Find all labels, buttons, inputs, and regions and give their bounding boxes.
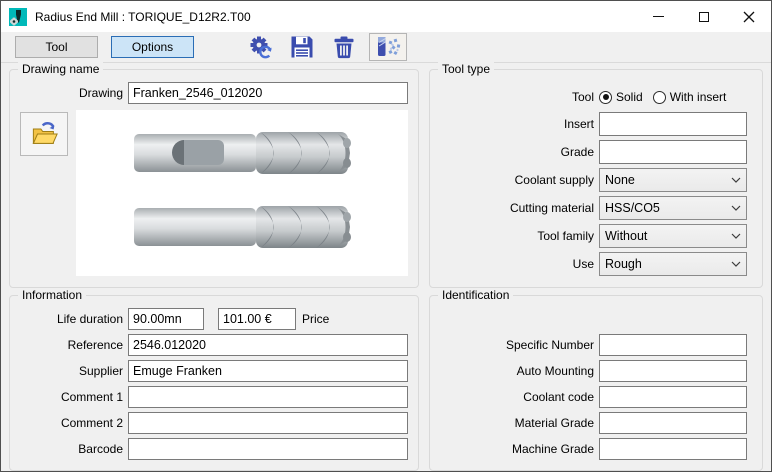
tool-editor-window: Radius End Mill : TORIQUE_D12R2.T00 Tool…: [0, 0, 772, 472]
delete-button[interactable]: [327, 33, 361, 61]
radio-with-insert[interactable]: [653, 91, 666, 104]
coolant-code-label: Coolant code: [440, 390, 594, 404]
use-label: Use: [440, 257, 594, 271]
maximize-button[interactable]: [681, 1, 726, 32]
life-duration-input[interactable]: [128, 308, 204, 330]
price-input[interactable]: [218, 308, 296, 330]
reference-input[interactable]: [128, 334, 408, 356]
close-button[interactable]: [726, 1, 771, 32]
comment2-label: Comment 2: [20, 416, 123, 430]
content-area: Drawing name Drawing: [1, 64, 771, 471]
machine-grade-input[interactable]: [599, 438, 747, 460]
tool-radio-group-label: Tool: [440, 90, 594, 104]
chevron-down-icon: [731, 205, 741, 211]
comment1-input[interactable]: [128, 386, 408, 408]
radio-solid-label: Solid: [616, 90, 643, 104]
app-icon: [9, 8, 27, 26]
coolant-code-input[interactable]: [599, 386, 747, 408]
radio-solid[interactable]: [599, 91, 612, 104]
save-icon: [289, 34, 315, 60]
settings-refresh-button[interactable]: [243, 33, 277, 61]
grade-input[interactable]: [599, 140, 747, 164]
tool-family-dropdown[interactable]: Without: [599, 224, 747, 248]
browse-drawing-button[interactable]: [20, 112, 68, 156]
group-information-legend: Information: [18, 288, 86, 302]
group-information: Information Life duration Price Referenc…: [9, 295, 419, 471]
group-drawing-name-legend: Drawing name: [18, 62, 103, 76]
auto-mounting-label: Auto Mounting: [440, 364, 594, 378]
cutting-material-dropdown[interactable]: HSS/CO5: [599, 196, 747, 220]
trash-icon: [331, 34, 357, 60]
chevron-down-icon: [731, 177, 741, 183]
coolant-supply-dropdown[interactable]: None: [599, 168, 747, 192]
cutting-material-value: HSS/CO5: [605, 201, 731, 215]
drawing-label: Drawing: [20, 86, 123, 100]
radio-with-insert-label: With insert: [670, 90, 727, 104]
toolbar: Tool Options: [1, 32, 771, 63]
grade-label: Grade: [440, 145, 594, 159]
reference-label: Reference: [20, 338, 123, 352]
group-identification: Identification Specific Number Auto Moun…: [429, 295, 763, 471]
specific-number-label: Specific Number: [440, 338, 594, 352]
material-grade-input[interactable]: [599, 412, 747, 434]
insert-label: Insert: [440, 117, 594, 131]
comment2-input[interactable]: [128, 412, 408, 434]
supplier-input[interactable]: [128, 360, 408, 382]
close-icon: [743, 11, 755, 23]
material-grade-label: Material Grade: [440, 416, 594, 430]
maximize-icon: [699, 12, 709, 22]
coolant-supply-value: None: [605, 173, 731, 187]
specific-number-input[interactable]: [599, 334, 747, 356]
two-end-mills-image: [76, 110, 408, 276]
machine-grade-label: Machine Grade: [440, 442, 594, 456]
comment1-label: Comment 1: [20, 390, 123, 404]
tool-family-value: Without: [605, 229, 731, 243]
cutting-material-label: Cutting material: [440, 201, 594, 215]
use-dropdown[interactable]: Rough: [599, 252, 747, 276]
save-button[interactable]: [285, 33, 319, 61]
auto-mounting-input[interactable]: [599, 360, 747, 382]
group-tool-type: Tool type Tool Solid With insert Insert …: [429, 69, 763, 288]
minimize-icon: [653, 16, 664, 17]
settings-refresh-icon: [247, 34, 274, 61]
barcode-label: Barcode: [20, 442, 123, 456]
window-title: Radius End Mill : TORIQUE_D12R2.T00: [35, 10, 636, 24]
use-value: Rough: [605, 257, 731, 271]
barcode-input[interactable]: [128, 438, 408, 460]
window-titlebar: Radius End Mill : TORIQUE_D12R2.T00: [1, 1, 771, 32]
insert-input[interactable]: [599, 112, 747, 136]
tab-tool[interactable]: Tool: [15, 36, 98, 58]
chevron-down-icon: [731, 233, 741, 239]
drawing-input[interactable]: [128, 82, 408, 104]
group-identification-legend: Identification: [438, 288, 513, 302]
tool-family-label: Tool family: [440, 229, 594, 243]
tool-simulation-button[interactable]: [369, 33, 407, 61]
tool-chips-icon: [374, 34, 402, 60]
life-duration-label: Life duration: [20, 312, 123, 326]
chevron-down-icon: [731, 261, 741, 267]
open-folder-icon: [29, 120, 59, 148]
supplier-label: Supplier: [20, 364, 123, 378]
group-drawing-name: Drawing name Drawing: [9, 69, 419, 288]
minimize-button[interactable]: [636, 1, 681, 32]
tool-photo: [76, 110, 408, 276]
group-tool-type-legend: Tool type: [438, 62, 494, 76]
coolant-supply-label: Coolant supply: [440, 173, 594, 187]
tab-options[interactable]: Options: [111, 36, 194, 58]
price-label: Price: [302, 312, 329, 326]
